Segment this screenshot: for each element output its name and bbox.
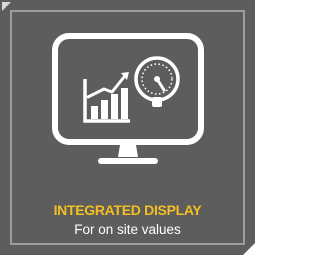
gauge-icon [134, 56, 180, 107]
feature-tile: INTEGRATED DISPLAY For on site values [0, 0, 255, 255]
monitor-neck [118, 145, 138, 157]
bar-chart-icon [83, 72, 130, 123]
corner-fold [243, 243, 255, 255]
tile-subtitle: For on site values [74, 222, 181, 237]
corner-accent [2, 2, 11, 11]
monitor-base [98, 158, 158, 164]
tile-title: INTEGRATED DISPLAY [53, 202, 202, 218]
monitor-with-chart-and-gauge-icon [52, 33, 204, 164]
